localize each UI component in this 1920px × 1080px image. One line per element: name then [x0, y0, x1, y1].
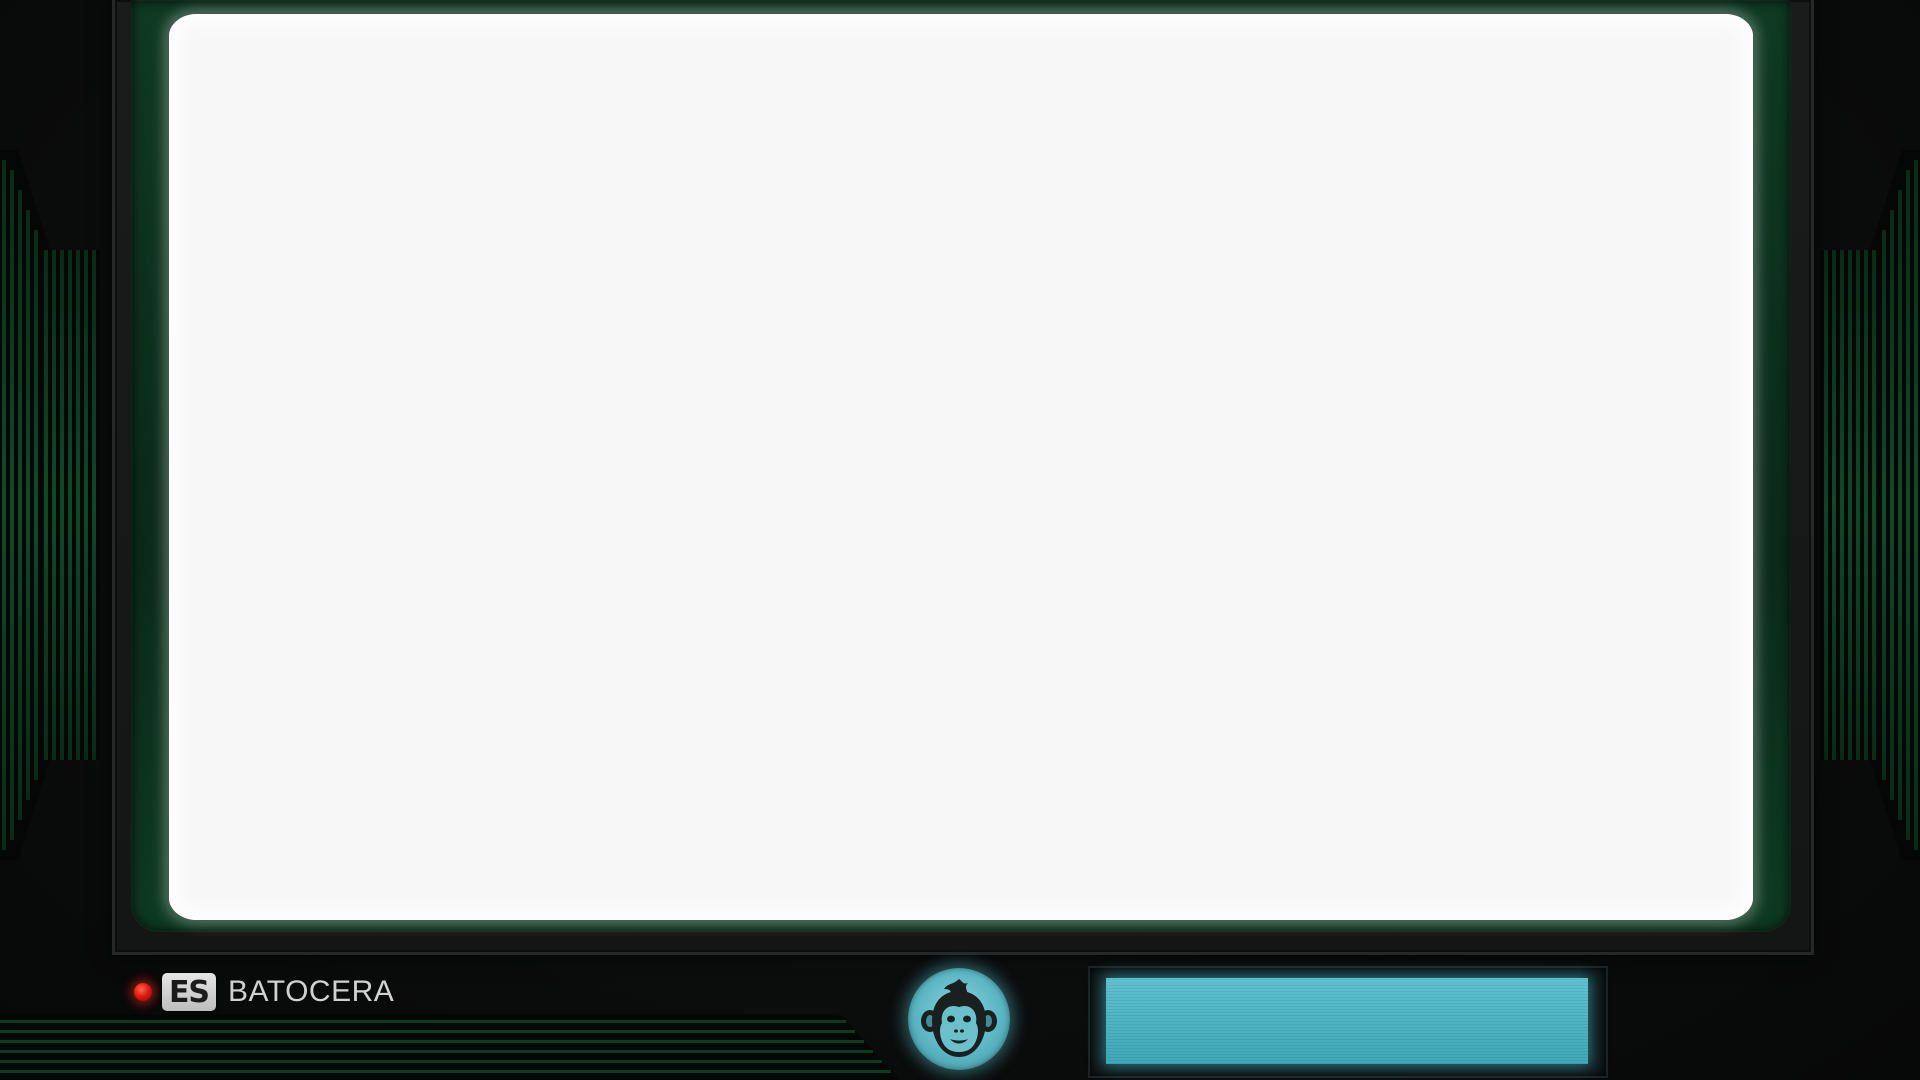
monkey-head-graphic [921, 979, 997, 1057]
monitor-bezel [131, 0, 1791, 932]
brand-name: BATOCERA [228, 975, 395, 1008]
es-logo: ES [162, 973, 216, 1011]
power-led-icon [134, 983, 152, 1001]
right-vent-decoration [1820, 150, 1920, 860]
monitor-frame [112, 0, 1814, 955]
arcade-frame: ES BATOCERA [0, 0, 1920, 1080]
bottom-stripes-decoration [0, 1014, 900, 1080]
game-screen[interactable] [169, 14, 1753, 920]
bottom-status-bar: ES BATOCERA [0, 952, 1920, 1080]
left-vent-decoration [0, 150, 100, 860]
brand-area: ES BATOCERA [134, 970, 394, 1014]
info-panel [1088, 966, 1608, 1078]
info-screen [1106, 978, 1588, 1064]
monkey-head-icon [908, 968, 1010, 1070]
